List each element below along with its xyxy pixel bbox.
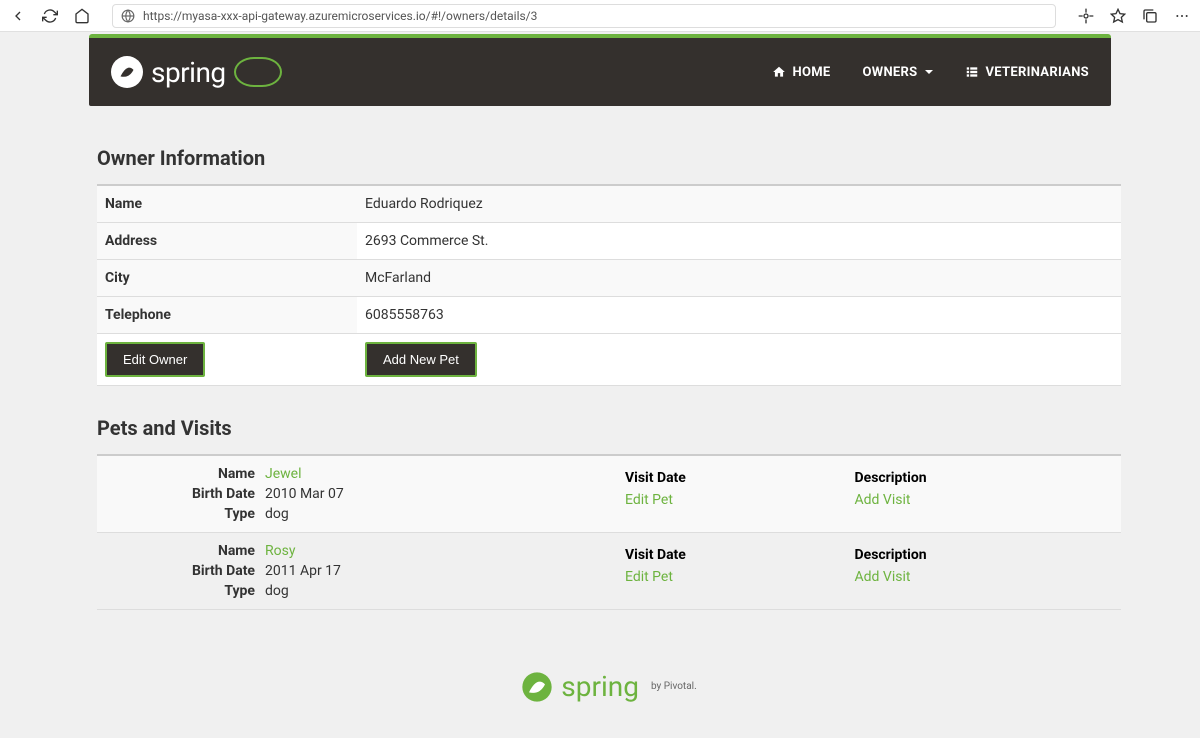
list-icon <box>965 65 979 79</box>
edit-pet-link[interactable]: Edit Pet <box>625 569 673 585</box>
home-button[interactable] <box>72 6 92 26</box>
owner-name-value: Eduardo Rodriquez <box>357 185 1121 223</box>
main-navbar: spring HOME OWNERS VETERINARIANS <box>89 38 1111 106</box>
table-row: Name Eduardo Rodriquez <box>97 185 1121 223</box>
pet-name-link[interactable]: Jewel <box>265 466 601 482</box>
footer-byline: by Pivotal. <box>651 681 697 692</box>
favorites-icon[interactable] <box>1108 6 1128 26</box>
add-pet-button[interactable]: Add New Pet <box>365 342 477 377</box>
browser-toolbar: https://myasa-xxx-api-gateway.azuremicro… <box>0 0 1200 32</box>
owner-address-label: Address <box>97 223 357 260</box>
visits-table: Visit Date Description Edit Pet Add Visi… <box>617 466 1113 512</box>
pet-type-value: dog <box>265 506 601 522</box>
footer-brand-text: spring <box>561 670 639 703</box>
nav-home[interactable]: HOME <box>772 65 830 80</box>
visit-date-header: Visit Date <box>619 545 847 565</box>
pets-visits-heading: Pets and Visits <box>97 416 1121 440</box>
pet-name-link[interactable]: Rosy <box>265 543 601 559</box>
add-visit-link[interactable]: Add Visit <box>855 569 911 585</box>
pet-name-label: Name <box>105 466 255 482</box>
nav-veterinarians[interactable]: VETERINARIANS <box>965 65 1089 80</box>
visit-desc-header: Description <box>849 468 1111 488</box>
globe-icon <box>121 9 135 23</box>
table-row: Telephone 6085558763 <box>97 297 1121 334</box>
collections-icon[interactable] <box>1140 6 1160 26</box>
pet-row: Name Jewel Birth Date 2010 Mar 07 Type d… <box>97 455 1121 533</box>
pet-type-label: Type <box>105 506 255 522</box>
home-icon <box>772 65 786 79</box>
owner-city-label: City <box>97 260 357 297</box>
owner-info-heading: Owner Information <box>97 146 1121 170</box>
pets-table: Name Jewel Birth Date 2010 Mar 07 Type d… <box>97 454 1121 610</box>
refresh-button[interactable] <box>40 6 60 26</box>
back-button[interactable] <box>8 6 28 26</box>
pet-birthdate-label: Birth Date <box>105 563 255 579</box>
address-bar[interactable]: https://myasa-xxx-api-gateway.azuremicro… <box>112 4 1056 28</box>
brand-text: spring <box>151 56 226 89</box>
pet-row: Name Rosy Birth Date 2011 Apr 17 Type do… <box>97 533 1121 610</box>
add-visit-link[interactable]: Add Visit <box>855 492 911 508</box>
owner-telephone-value: 6085558763 <box>357 297 1121 334</box>
pet-birthdate-value: 2010 Mar 07 <box>265 486 601 502</box>
url-text: https://myasa-xxx-api-gateway.azuremicro… <box>143 9 537 23</box>
edit-pet-link[interactable]: Edit Pet <box>625 492 673 508</box>
table-row: Edit Owner Add New Pet <box>97 334 1121 386</box>
pet-type-label: Type <box>105 583 255 599</box>
nav-owners[interactable]: OWNERS <box>863 65 934 80</box>
spring-footer-icon <box>521 671 553 703</box>
leaf-icon <box>234 57 282 87</box>
table-row: Address 2693 Commerce St. <box>97 223 1121 260</box>
extension-icon[interactable] <box>1076 6 1096 26</box>
pet-birthdate-value: 2011 Apr 17 <box>265 563 601 579</box>
edit-owner-button[interactable]: Edit Owner <box>105 342 205 377</box>
owner-city-value: McFarland <box>357 260 1121 297</box>
owner-address-value: 2693 Commerce St. <box>357 223 1121 260</box>
table-row: City McFarland <box>97 260 1121 297</box>
pet-type-value: dog <box>265 583 601 599</box>
visits-table: Visit Date Description Edit Pet Add Visi… <box>617 543 1113 589</box>
pet-birthdate-label: Birth Date <box>105 486 255 502</box>
owner-name-label: Name <box>97 185 357 223</box>
spring-logo-icon <box>111 56 143 88</box>
footer: spring by Pivotal. <box>97 610 1121 727</box>
caret-down-icon <box>925 70 933 74</box>
owner-telephone-label: Telephone <box>97 297 357 334</box>
owner-info-table: Name Eduardo Rodriquez Address 2693 Comm… <box>97 184 1121 386</box>
visit-desc-header: Description <box>849 545 1111 565</box>
menu-icon[interactable] <box>1172 6 1192 26</box>
visit-date-header: Visit Date <box>619 468 847 488</box>
pet-name-label: Name <box>105 543 255 559</box>
brand[interactable]: spring <box>111 56 282 89</box>
